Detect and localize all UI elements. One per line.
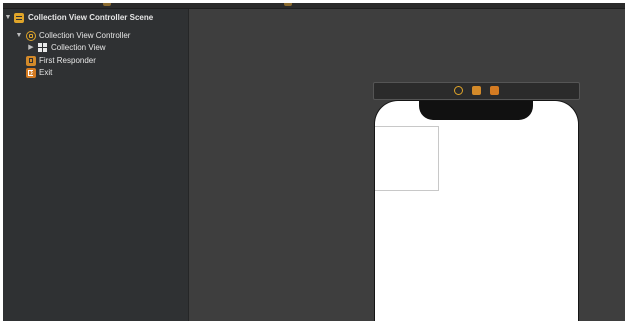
- xcode-storyboard-window: ▼ Collection View Controller Scene ▼ Col…: [3, 3, 625, 321]
- outline-item-label: Collection View: [51, 43, 106, 52]
- collection-view-cell[interactable]: [375, 126, 439, 191]
- outline-item-exit[interactable]: Exit: [3, 66, 188, 79]
- outline-item-label: First Responder: [39, 56, 96, 65]
- view-controller-icon[interactable]: [454, 86, 463, 95]
- exit-icon[interactable]: [490, 86, 499, 95]
- exit-icon: [26, 66, 36, 78]
- outline-item-scene[interactable]: ▼ Collection View Controller Scene: [3, 12, 188, 24]
- first-responder-cube-icon[interactable]: [472, 86, 481, 95]
- outline-item-label: Exit: [39, 68, 53, 77]
- device-notch: [419, 101, 533, 120]
- disclosure-expanded-icon[interactable]: ▼: [4, 12, 12, 24]
- outline-item-label: Collection View Controller: [39, 31, 131, 40]
- scene-icon: [14, 13, 24, 23]
- disclosure-collapsed-icon[interactable]: ▶: [27, 42, 35, 54]
- first-responder-cube-icon: [26, 56, 36, 66]
- storyboard-canvas[interactable]: [189, 9, 625, 321]
- toolbar-marker-icon: [284, 3, 292, 6]
- document-outline: ▼ Collection View Controller Scene ▼ Col…: [3, 9, 189, 321]
- disclosure-expanded-icon[interactable]: ▼: [15, 30, 23, 42]
- toolbar-marker-icon: [103, 3, 111, 6]
- scene-dock-bar[interactable]: [373, 82, 580, 100]
- outline-item-view-controller[interactable]: ▼ Collection View Controller: [3, 30, 188, 42]
- collection-view-grid-icon: [38, 43, 48, 53]
- iphone-scene-preview[interactable]: [374, 100, 579, 321]
- outline-item-label: Collection View Controller Scene: [28, 13, 154, 22]
- outline-item-collection-view[interactable]: ▶ Collection View: [3, 42, 188, 54]
- view-controller-icon: [26, 31, 36, 41]
